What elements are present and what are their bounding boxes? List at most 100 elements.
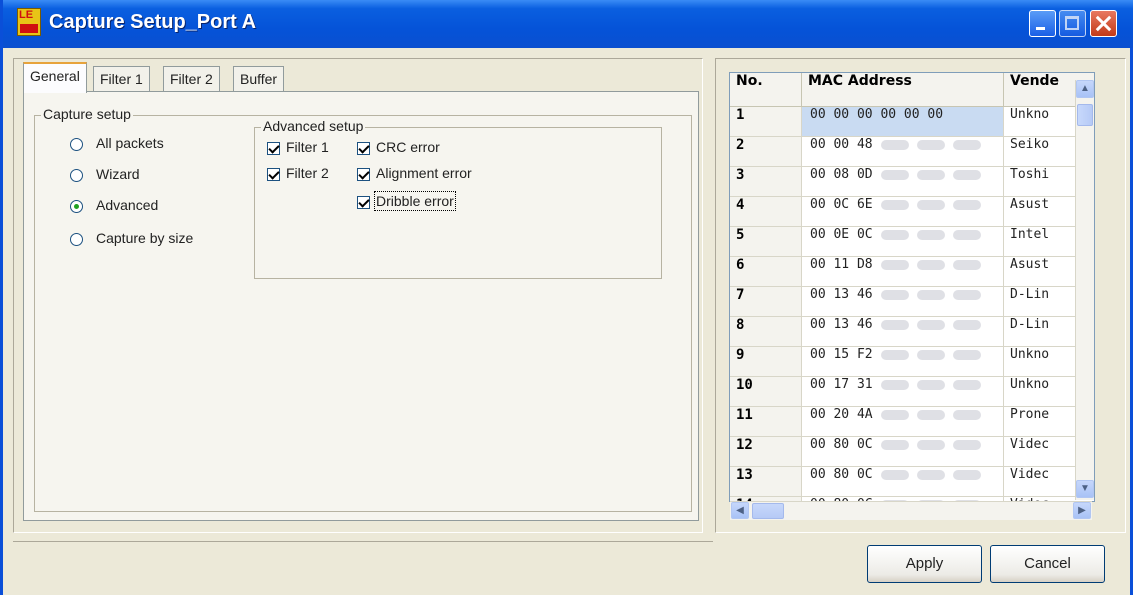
mac-address-cell[interactable]: 00 13 46: [802, 317, 1004, 347]
window-title: Capture Setup_Port A: [49, 11, 257, 33]
apply-button[interactable]: Apply: [867, 545, 982, 583]
vertical-scrollbar[interactable]: ▲ ▼: [1075, 80, 1094, 500]
redacted-octet: [880, 349, 909, 360]
table-row[interactable]: 6 00 11 D8 Asust: [730, 257, 1094, 287]
scroll-right-arrow[interactable]: ▶: [1073, 502, 1091, 519]
divider: [13, 541, 713, 542]
mac-address-cell[interactable]: 00 08 0D: [802, 167, 1004, 197]
maximize-button[interactable]: [1059, 10, 1086, 37]
mac-address-table[interactable]: No. MAC Address Vende 1 00 00 00 00 00 00…: [729, 72, 1095, 502]
row-number-cell: 10: [730, 377, 802, 407]
mac-address-text: 00 13 46: [810, 317, 873, 332]
redacted-octet: [880, 319, 909, 330]
table-row[interactable]: 8 00 13 46 D-Lin: [730, 317, 1094, 347]
alignment-error-checkbox[interactable]: [357, 168, 370, 181]
cancel-button[interactable]: Cancel: [990, 545, 1105, 583]
redacted-octet: [880, 229, 909, 240]
redacted-octet: [880, 139, 909, 150]
redacted-octet: [952, 379, 981, 390]
table-row[interactable]: 9 00 15 F2 Unkno: [730, 347, 1094, 377]
close-button[interactable]: [1090, 10, 1117, 37]
scroll-up-arrow[interactable]: ▲: [1076, 80, 1094, 98]
table-row[interactable]: 11 00 20 4A Prone: [730, 407, 1094, 437]
redacted-octet: [916, 469, 945, 480]
dribble-error-label: Dribble error: [374, 191, 456, 211]
mac-address-text: 00 20 4A: [810, 407, 873, 422]
mac-address-cell[interactable]: 00 11 D8: [802, 257, 1004, 287]
title-bar[interactable]: LE Capture Setup_Port A: [3, 0, 1133, 48]
mac-address-cell[interactable]: 00 0C 6E: [802, 197, 1004, 227]
filter-1-checkbox[interactable]: [267, 142, 280, 155]
scroll-left-arrow[interactable]: ◀: [731, 502, 749, 519]
mac-address-cell[interactable]: 00 80 0C: [802, 437, 1004, 467]
table-row[interactable]: 3 00 08 0D Toshi: [730, 167, 1094, 197]
crc-error-checkbox[interactable]: [357, 142, 370, 155]
redacted-octet: [916, 439, 945, 450]
tab-filter-1[interactable]: Filter 1: [93, 66, 150, 92]
capture-setup-window: LE Capture Setup_Port A General Filter 1…: [0, 0, 1133, 595]
mac-address-text: 00 80 0C: [810, 437, 873, 452]
radio-label: Advanced: [96, 197, 159, 213]
filter-2-checkbox[interactable]: [267, 168, 280, 181]
table-row[interactable]: 5 00 0E 0C Intel: [730, 227, 1094, 257]
redacted-octet: [952, 169, 981, 180]
mac-address-text: 00 08 0D: [810, 167, 873, 182]
table-row[interactable]: 13 00 80 0C Videc: [730, 467, 1094, 497]
table-row[interactable]: 1 00 00 00 00 00 00 Unkno: [730, 107, 1094, 137]
row-number-cell: 9: [730, 347, 802, 377]
mac-address-text: 00 11 D8: [810, 257, 873, 272]
radio-button[interactable]: [70, 169, 83, 182]
table-row[interactable]: 7 00 13 46 D-Lin: [730, 287, 1094, 317]
row-number-cell: 5: [730, 227, 802, 257]
mac-address-cell[interactable]: 00 13 46: [802, 287, 1004, 317]
minimize-button[interactable]: [1029, 10, 1056, 37]
tab-buffer[interactable]: Buffer: [233, 66, 285, 92]
redacted-octet: [916, 319, 945, 330]
mac-address-cell[interactable]: 00 0E 0C: [802, 227, 1004, 257]
redacted-octet: [880, 409, 909, 420]
column-header-mac[interactable]: MAC Address: [802, 73, 1004, 107]
row-number-cell: 7: [730, 287, 802, 317]
mac-address-text: 00 0C 6E: [810, 197, 873, 212]
dribble-error-checkbox[interactable]: [357, 196, 370, 209]
redacted-octet: [952, 349, 981, 360]
mac-address-cell[interactable]: 00 00 48: [802, 137, 1004, 167]
mac-address-cell[interactable]: 00 80 0C: [802, 467, 1004, 497]
horizontal-scrollbar[interactable]: ◀ ▶: [730, 501, 1092, 520]
filter-2-label: Filter 2: [286, 165, 329, 181]
filter-1-label: Filter 1: [286, 139, 329, 155]
radio-button-selected[interactable]: [70, 200, 83, 213]
table-row[interactable]: 2 00 00 48 Seiko: [730, 137, 1094, 167]
redacted-octet: [880, 169, 909, 180]
mac-address-cell[interactable]: 00 20 4A: [802, 407, 1004, 437]
redacted-octet: [916, 169, 945, 180]
column-header-no[interactable]: No.: [730, 73, 802, 107]
tab-general[interactable]: General: [23, 62, 87, 93]
horizontal-scroll-thumb[interactable]: [752, 503, 784, 519]
table-row[interactable]: 12 00 80 0C Videc: [730, 437, 1094, 467]
radio-label: All packets: [96, 135, 164, 151]
redacted-octet: [916, 259, 945, 270]
scroll-thumb[interactable]: [1077, 104, 1093, 126]
redacted-octet: [916, 409, 945, 420]
redacted-octet: [916, 289, 945, 300]
row-number-cell: 4: [730, 197, 802, 227]
crc-error-label: CRC error: [376, 139, 440, 155]
scroll-down-arrow[interactable]: ▼: [1076, 480, 1094, 498]
redacted-octet: [952, 229, 981, 240]
radio-label: Capture by size: [96, 230, 194, 246]
tab-filter-2[interactable]: Filter 2: [163, 66, 220, 92]
table-row[interactable]: 10 00 17 31 Unkno: [730, 377, 1094, 407]
redacted-octet: [880, 289, 909, 300]
redacted-octet: [880, 199, 909, 210]
row-number-cell: 1: [730, 107, 802, 137]
mac-address-cell[interactable]: 00 17 31: [802, 377, 1004, 407]
redacted-octet: [952, 139, 981, 150]
mac-address-cell[interactable]: 00 00 00 00 00 00: [802, 107, 1004, 137]
radio-button[interactable]: [70, 233, 83, 246]
radio-button[interactable]: [70, 138, 83, 151]
mac-address-cell[interactable]: 00 15 F2: [802, 347, 1004, 377]
redacted-octet: [880, 379, 909, 390]
table-row[interactable]: 4 00 0C 6E Asust: [730, 197, 1094, 227]
redacted-octet: [952, 259, 981, 270]
